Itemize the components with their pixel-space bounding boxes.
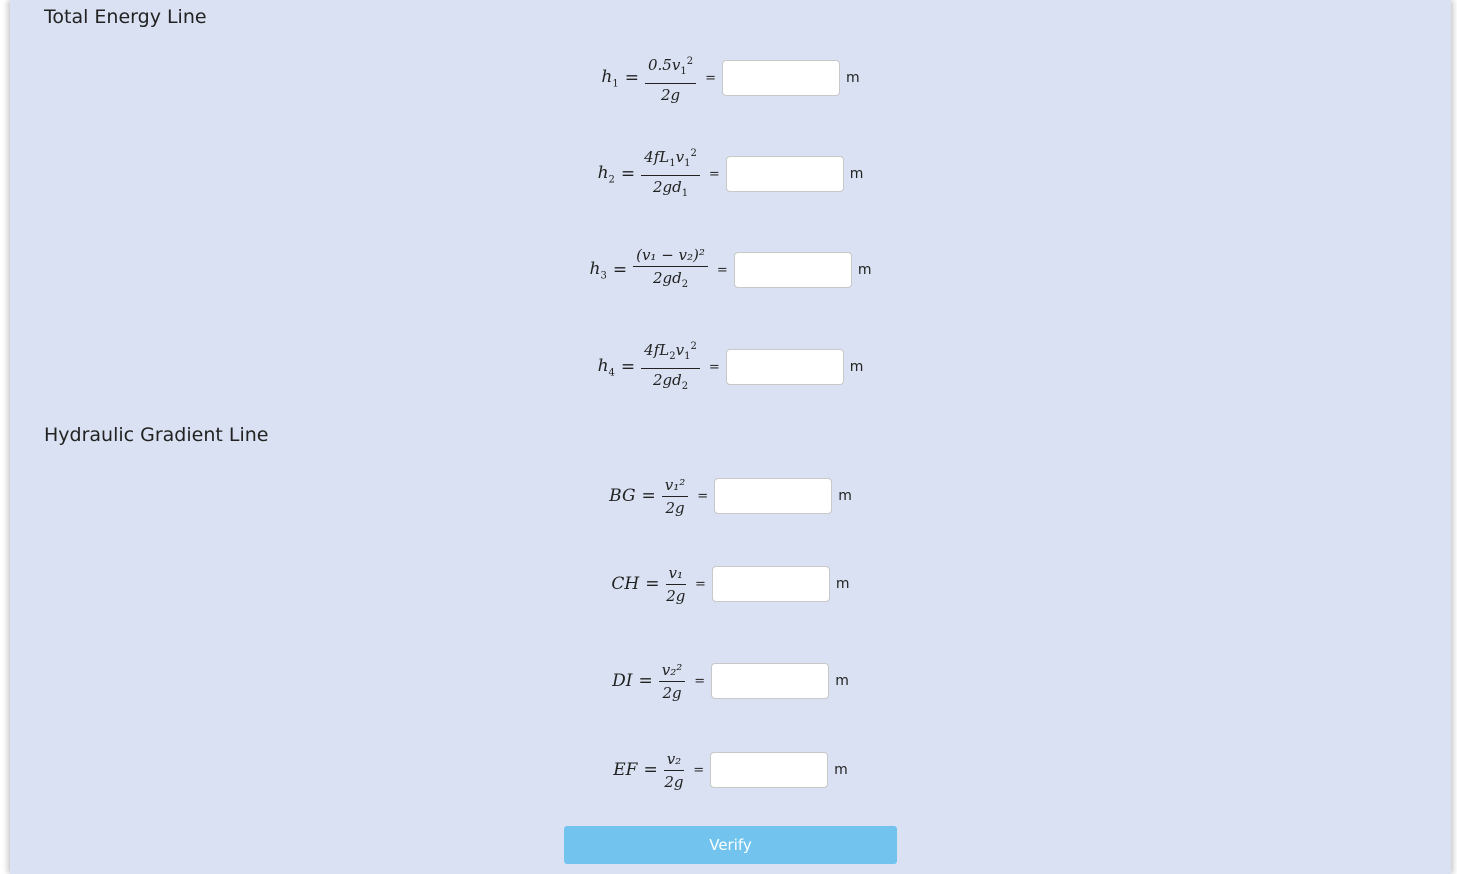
bg-formula: BG = v₁² 2g — [609, 476, 689, 517]
calculation-panel: Total Energy Line h1 = 0.5v12 2g = m h2 … — [10, 0, 1451, 874]
equals-sign: = — [705, 70, 716, 86]
h1-row: h1 = 0.5v12 2g = m — [10, 50, 1451, 106]
unit-label: m — [845, 70, 860, 86]
h2-answer-input[interactable] — [725, 156, 844, 192]
equals-sign: = — [708, 359, 720, 375]
ef-answer-input[interactable] — [710, 752, 829, 788]
unit-label: m — [849, 359, 864, 375]
h3-row: h3 = (v₁ − v₂)² 2gd2 = m — [10, 242, 1451, 298]
equals-sign: = — [694, 673, 706, 689]
h1-formula: h1 = 0.5v12 2g — [601, 53, 697, 104]
ch-fraction: v₁ 2g — [665, 563, 687, 605]
h1-answer-input[interactable] — [721, 60, 840, 96]
bg-fraction: v₁² 2g — [661, 476, 689, 517]
di-fraction: v₂² 2g — [658, 661, 686, 702]
ch-row: CH = v₁ 2g = m — [10, 556, 1451, 612]
ch-formula: CH = v₁ 2g — [611, 563, 687, 605]
hydraulic-gradient-line-title: Hydraulic Gradient Line — [44, 424, 269, 446]
total-energy-line-title: Total Energy Line — [44, 6, 207, 28]
h3-formula: h3 = (v₁ − v₂)² 2gd2 — [590, 246, 708, 294]
ch-answer-input[interactable] — [711, 566, 830, 602]
ef-formula: EF = v₂ 2g — [613, 749, 685, 791]
h4-answer-input[interactable] — [725, 349, 844, 385]
ef-fraction: v₂ 2g — [663, 749, 685, 791]
h3-answer-input[interactable] — [733, 252, 852, 288]
unit-label: m — [835, 673, 849, 689]
bg-answer-input[interactable] — [714, 478, 833, 514]
unit-label: m — [857, 262, 872, 278]
equals-sign: = — [693, 762, 705, 778]
equals-sign: = — [697, 488, 709, 504]
unit-label: m — [835, 576, 850, 592]
h1-lhs: h1 — [601, 66, 619, 90]
equals-sign: = — [695, 576, 706, 592]
di-answer-input[interactable] — [711, 663, 830, 699]
verify-button[interactable]: Verify — [564, 826, 897, 864]
h1-fraction: 0.5v12 2g — [644, 53, 697, 104]
h2-fraction: 4fL1v12 2gd1 — [641, 145, 700, 203]
di-row: DI = v₂² 2g = m — [10, 653, 1451, 709]
h4-row: h4 = 4fL2v12 2gd2 = m — [10, 339, 1451, 395]
unit-label: m — [834, 762, 848, 778]
h2-row: h2 = 4fL1v12 2gd1 = m — [10, 146, 1451, 202]
unit-label: m — [849, 166, 864, 182]
h4-fraction: 4fL2v12 2gd2 — [641, 338, 700, 396]
h2-formula: h2 = 4fL1v12 2gd1 — [598, 145, 700, 203]
bg-row: BG = v₁² 2g = m — [10, 468, 1451, 524]
equals-sign: = — [708, 166, 720, 182]
h3-fraction: (v₁ − v₂)² 2gd2 — [633, 246, 708, 294]
di-formula: DI = v₂² 2g — [612, 661, 686, 702]
ef-row: EF = v₂ 2g = m — [10, 742, 1451, 798]
equals-sign: = — [716, 262, 728, 278]
unit-label: m — [838, 488, 852, 504]
h4-formula: h4 = 4fL2v12 2gd2 — [598, 338, 700, 396]
